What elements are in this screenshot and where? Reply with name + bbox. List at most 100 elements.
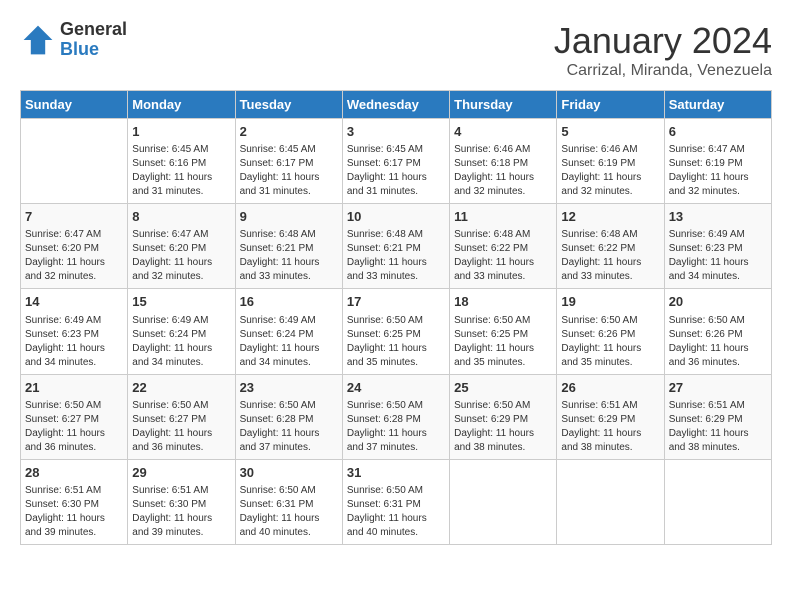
day-number: 7 — [25, 208, 123, 226]
calendar-cell: 14 Sunrise: 6:49 AM Sunset: 6:23 PM Dayli… — [21, 289, 128, 374]
day-info: Sunrise: 6:49 AM Sunset: 6:23 PM Dayligh… — [25, 314, 123, 370]
column-header-friday: Friday — [557, 91, 664, 119]
calendar-cell: 21 Sunrise: 6:50 AM Sunset: 6:27 PM Dayli… — [21, 374, 128, 459]
day-info: Sunrise: 6:50 AM Sunset: 6:26 PM Dayligh… — [561, 314, 659, 370]
day-number: 28 — [25, 464, 123, 482]
calendar-week-4: 21 Sunrise: 6:50 AM Sunset: 6:27 PM Dayli… — [21, 374, 772, 459]
day-info: Sunrise: 6:51 AM Sunset: 6:30 PM Dayligh… — [25, 484, 123, 540]
calendar-cell: 18 Sunrise: 6:50 AM Sunset: 6:25 PM Dayli… — [450, 289, 557, 374]
calendar-cell: 2 Sunrise: 6:45 AM Sunset: 6:17 PM Daylig… — [235, 119, 342, 204]
calendar-cell: 8 Sunrise: 6:47 AM Sunset: 6:20 PM Daylig… — [128, 204, 235, 289]
day-number: 12 — [561, 208, 659, 226]
day-number: 20 — [669, 293, 767, 311]
day-number: 18 — [454, 293, 552, 311]
day-number: 19 — [561, 293, 659, 311]
calendar-cell: 24Sunrise: 6:50 AM Sunset: 6:28 PM Dayli… — [342, 374, 449, 459]
day-info: Sunrise: 6:50 AM Sunset: 6:25 PM Dayligh… — [347, 314, 445, 370]
calendar-table: SundayMondayTuesdayWednesdayThursdayFrid… — [20, 90, 772, 545]
day-info: Sunrise: 6:50 AM Sunset: 6:31 PM Dayligh… — [347, 484, 445, 540]
calendar-header-row: SundayMondayTuesdayWednesdayThursdayFrid… — [21, 91, 772, 119]
day-info: Sunrise: 6:50 AM Sunset: 6:29 PM Dayligh… — [454, 399, 552, 455]
column-header-wednesday: Wednesday — [342, 91, 449, 119]
day-info: Sunrise: 6:51 AM Sunset: 6:30 PM Dayligh… — [132, 484, 230, 540]
day-info: Sunrise: 6:45 AM Sunset: 6:17 PM Dayligh… — [240, 143, 338, 199]
column-header-sunday: Sunday — [21, 91, 128, 119]
calendar-cell: 25 Sunrise: 6:50 AM Sunset: 6:29 PM Dayli… — [450, 374, 557, 459]
calendar-week-1: 1 Sunrise: 6:45 AM Sunset: 6:16 PM Daylig… — [21, 119, 772, 204]
calendar-cell: 13 Sunrise: 6:49 AM Sunset: 6:23 PM Dayli… — [664, 204, 771, 289]
logo-text: General Blue — [60, 20, 127, 60]
day-info: Sunrise: 6:47 AM Sunset: 6:20 PM Dayligh… — [132, 228, 230, 284]
day-number: 4 — [454, 123, 552, 141]
day-number: 5 — [561, 123, 659, 141]
day-info: Sunrise: 6:45 AM Sunset: 6:16 PM Dayligh… — [132, 143, 230, 199]
day-info: Sunrise: 6:49 AM Sunset: 6:23 PM Dayligh… — [669, 228, 767, 284]
calendar-cell: 15Sunrise: 6:49 AM Sunset: 6:24 PM Dayli… — [128, 289, 235, 374]
calendar-cell: 3 Sunrise: 6:45 AM Sunset: 6:17 PM Daylig… — [342, 119, 449, 204]
calendar-cell — [450, 459, 557, 544]
day-info: Sunrise: 6:50 AM Sunset: 6:26 PM Dayligh… — [669, 314, 767, 370]
day-number: 15 — [132, 293, 230, 311]
calendar-cell: 12 Sunrise: 6:48 AM Sunset: 6:22 PM Dayli… — [557, 204, 664, 289]
calendar-cell: 31 Sunrise: 6:50 AM Sunset: 6:31 PM Dayli… — [342, 459, 449, 544]
calendar-cell: 11Sunrise: 6:48 AM Sunset: 6:22 PM Dayli… — [450, 204, 557, 289]
day-info: Sunrise: 6:48 AM Sunset: 6:21 PM Dayligh… — [347, 228, 445, 284]
column-header-thursday: Thursday — [450, 91, 557, 119]
calendar-cell: 27Sunrise: 6:51 AM Sunset: 6:29 PM Dayli… — [664, 374, 771, 459]
day-number: 11 — [454, 208, 552, 226]
day-info: Sunrise: 6:50 AM Sunset: 6:27 PM Dayligh… — [25, 399, 123, 455]
day-number: 2 — [240, 123, 338, 141]
calendar-cell: 26 Sunrise: 6:51 AM Sunset: 6:29 PM Dayli… — [557, 374, 664, 459]
calendar-cell: 16Sunrise: 6:49 AM Sunset: 6:24 PM Dayli… — [235, 289, 342, 374]
day-number: 1 — [132, 123, 230, 141]
day-number: 3 — [347, 123, 445, 141]
logo: General Blue — [20, 20, 127, 60]
day-info: Sunrise: 6:45 AM Sunset: 6:17 PM Dayligh… — [347, 143, 445, 199]
day-number: 27 — [669, 379, 767, 397]
day-info: Sunrise: 6:50 AM Sunset: 6:28 PM Dayligh… — [240, 399, 338, 455]
calendar-cell: 30 Sunrise: 6:50 AM Sunset: 6:31 PM Dayli… — [235, 459, 342, 544]
day-info: Sunrise: 6:50 AM Sunset: 6:25 PM Dayligh… — [454, 314, 552, 370]
title-block: January 2024 Carrizal, Miranda, Venezuel… — [554, 20, 772, 80]
calendar-cell: 10 Sunrise: 6:48 AM Sunset: 6:21 PM Dayli… — [342, 204, 449, 289]
day-number: 13 — [669, 208, 767, 226]
day-number: 6 — [669, 123, 767, 141]
column-header-monday: Monday — [128, 91, 235, 119]
day-info: Sunrise: 6:50 AM Sunset: 6:28 PM Dayligh… — [347, 399, 445, 455]
calendar-cell — [21, 119, 128, 204]
calendar-cell: 22 Sunrise: 6:50 AM Sunset: 6:27 PM Dayli… — [128, 374, 235, 459]
location-text: Carrizal, Miranda, Venezuela — [554, 62, 772, 80]
calendar-cell: 1 Sunrise: 6:45 AM Sunset: 6:16 PM Daylig… — [128, 119, 235, 204]
calendar-cell — [664, 459, 771, 544]
day-number: 21 — [25, 379, 123, 397]
column-header-tuesday: Tuesday — [235, 91, 342, 119]
day-number: 31 — [347, 464, 445, 482]
day-number: 22 — [132, 379, 230, 397]
calendar-week-2: 7 Sunrise: 6:47 AM Sunset: 6:20 PM Daylig… — [21, 204, 772, 289]
page-header: General Blue January 2024 Carrizal, Mira… — [20, 20, 772, 80]
calendar-cell: 4 Sunrise: 6:46 AM Sunset: 6:18 PM Daylig… — [450, 119, 557, 204]
calendar-cell: 19 Sunrise: 6:50 AM Sunset: 6:26 PM Dayli… — [557, 289, 664, 374]
day-info: Sunrise: 6:51 AM Sunset: 6:29 PM Dayligh… — [561, 399, 659, 455]
day-number: 30 — [240, 464, 338, 482]
logo-icon — [20, 22, 56, 58]
day-info: Sunrise: 6:48 AM Sunset: 6:21 PM Dayligh… — [240, 228, 338, 284]
day-info: Sunrise: 6:50 AM Sunset: 6:31 PM Dayligh… — [240, 484, 338, 540]
day-number: 10 — [347, 208, 445, 226]
month-title: January 2024 — [554, 20, 772, 62]
day-number: 25 — [454, 379, 552, 397]
day-number: 26 — [561, 379, 659, 397]
calendar-week-5: 28 Sunrise: 6:51 AM Sunset: 6:30 PM Dayli… — [21, 459, 772, 544]
calendar-cell: 29Sunrise: 6:51 AM Sunset: 6:30 PM Dayli… — [128, 459, 235, 544]
day-number: 8 — [132, 208, 230, 226]
logo-general-text: General — [60, 20, 127, 40]
day-info: Sunrise: 6:50 AM Sunset: 6:27 PM Dayligh… — [132, 399, 230, 455]
calendar-cell — [557, 459, 664, 544]
day-info: Sunrise: 6:47 AM Sunset: 6:19 PM Dayligh… — [669, 143, 767, 199]
calendar-cell: 7Sunrise: 6:47 AM Sunset: 6:20 PM Daylig… — [21, 204, 128, 289]
day-info: Sunrise: 6:46 AM Sunset: 6:18 PM Dayligh… — [454, 143, 552, 199]
day-number: 14 — [25, 293, 123, 311]
calendar-cell: 28 Sunrise: 6:51 AM Sunset: 6:30 PM Dayli… — [21, 459, 128, 544]
day-info: Sunrise: 6:48 AM Sunset: 6:22 PM Dayligh… — [561, 228, 659, 284]
calendar-cell: 17Sunrise: 6:50 AM Sunset: 6:25 PM Dayli… — [342, 289, 449, 374]
